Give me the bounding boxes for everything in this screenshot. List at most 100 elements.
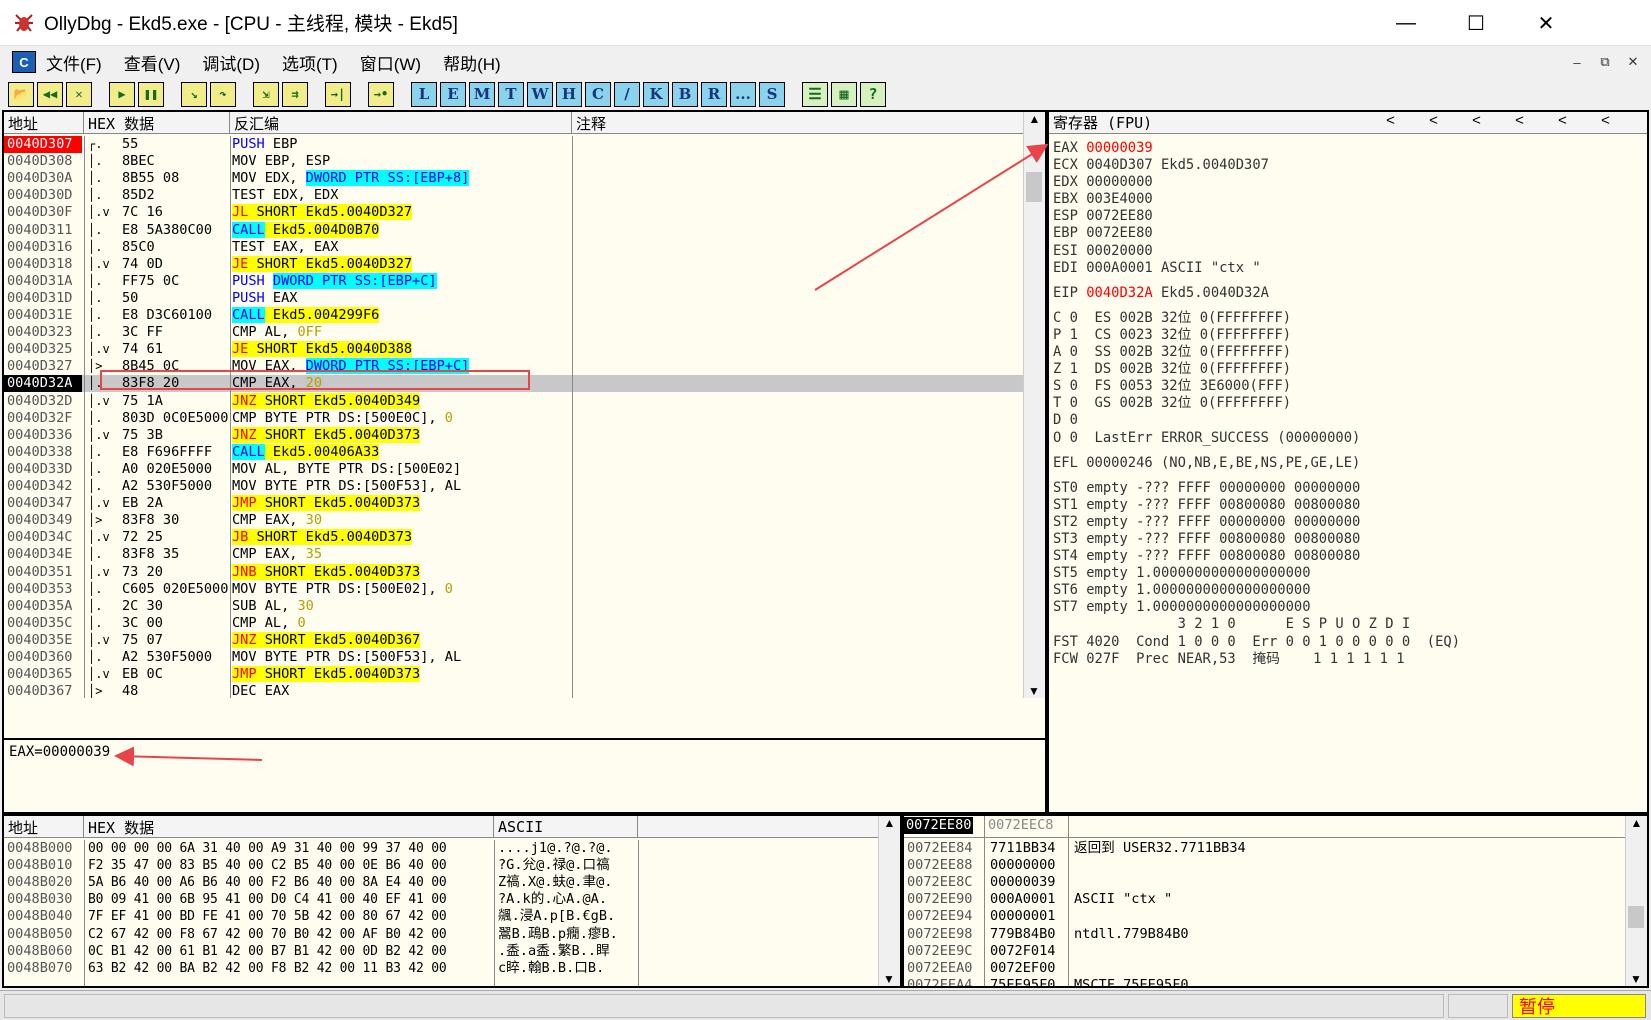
- toolbar-window-button-4[interactable]: W: [527, 81, 553, 107]
- run-button[interactable]: ▶: [109, 81, 135, 107]
- dump-rows[interactable]: 0048B000 00 00 00 00 6A 31 40 00 A9 31 40…: [4, 840, 878, 986]
- stack-row[interactable]: 0072EE9C 0072F014: [904, 943, 1625, 960]
- trace-over-button[interactable]: ⇉: [282, 81, 308, 107]
- goto-button[interactable]: →•: [368, 81, 394, 107]
- disasm-row[interactable]: 0040D316 │. 85C0 TEST EAX, EAX: [4, 239, 1023, 256]
- scroll-down-icon[interactable]: ▼: [1024, 684, 1044, 698]
- toolbar-window-button-6[interactable]: C: [585, 81, 611, 107]
- disasm-row[interactable]: 0040D33D │. A0 020E5000 MOV AL, BYTE PTR DS…: [4, 461, 1023, 478]
- disasm-column-header[interactable]: 反汇编: [230, 112, 572, 134]
- disasm-row[interactable]: 0040D30F │.v 7C 16 JL SHORT Ekd5.0040D327: [4, 204, 1023, 221]
- stack-row[interactable]: 0072EEA0 0072EF00: [904, 960, 1625, 977]
- chevron-left-icon[interactable]: <: [1412, 112, 1455, 129]
- toolbar-window-button-0[interactable]: L: [411, 81, 437, 107]
- mdi-close-button[interactable]: ✕: [1622, 52, 1644, 72]
- toolbar-window-button-5[interactable]: H: [556, 81, 582, 107]
- stack-scrollbar[interactable]: ▲ ▼: [1625, 816, 1647, 986]
- disasm-row[interactable]: 0040D34E │. 83F8 35 CMP EAX, 35: [4, 546, 1023, 563]
- stack-row[interactable]: 0072EEA4 75EE95F0 MSCTF.75EE95F0: [904, 977, 1625, 986]
- disasm-row[interactable]: 0040D336 │.v 75 3B JNZ SHORT Ekd5.0040D373: [4, 426, 1023, 444]
- trace-into-button[interactable]: ⇲: [253, 81, 279, 107]
- toolbar-window-button-3[interactable]: T: [498, 81, 524, 107]
- dump-row[interactable]: 0048B020 5A B6 40 00 A6 B6 40 00 F2 B6 40…: [4, 874, 878, 891]
- stack-top-address[interactable]: 0072EE80: [904, 817, 974, 835]
- stack-row[interactable]: 0072EE94 00000001: [904, 908, 1625, 925]
- disasm-row[interactable]: 0040D31E │. E8 D3C60100 CALL Ekd5.004299F6: [4, 307, 1023, 324]
- disasm-row[interactable]: 0040D35A │. 2C 30 SUB AL, 30: [4, 598, 1023, 615]
- disasm-row[interactable]: 0040D311 │. E8 5A380C00 CALL Ekd5.004D0B70: [4, 221, 1023, 239]
- dump-row[interactable]: 0048B000 00 00 00 00 6A 31 40 00 A9 31 40…: [4, 840, 878, 857]
- dump-ascii-header[interactable]: ASCII: [494, 816, 638, 838]
- disasm-scrollbar[interactable]: ▲ ▼: [1023, 112, 1045, 698]
- mdi-restore-button[interactable]: ⧉: [1594, 52, 1616, 72]
- disasm-row[interactable]: 0040D349 │> 83F8 30 CMP EAX, 30: [4, 512, 1023, 529]
- scroll-up-icon[interactable]: ▲: [1024, 112, 1045, 126]
- disasm-row[interactable]: 0040D351 │.v 73 20 JNB SHORT Ekd5.0040D373: [4, 563, 1023, 581]
- toolbar-window-button-1[interactable]: E: [440, 81, 466, 107]
- scroll-thumb[interactable]: [1026, 172, 1042, 202]
- menu-window[interactable]: 窗口(W): [360, 50, 421, 75]
- chevron-left-icon[interactable]: <: [1584, 112, 1627, 129]
- disasm-row[interactable]: 0040D347 │.v EB 2A JMP SHORT Ekd5.0040D373: [4, 495, 1023, 512]
- disasm-row[interactable]: 0040D30A │. 8B55 08 MOV EDX, DWORD PTR SS:[…: [4, 170, 1023, 187]
- grid-button[interactable]: ▦: [831, 81, 857, 107]
- menu-debug[interactable]: 调试(D): [202, 50, 260, 75]
- step-over-button[interactable]: ↷: [210, 81, 236, 107]
- stack-rows[interactable]: 0072EE84 7711BB34 返回到 USER32.7711BB34 0072E…: [904, 840, 1625, 986]
- restart-button[interactable]: ◀◀: [37, 81, 63, 107]
- chevron-left-icon[interactable]: <: [1369, 112, 1412, 129]
- toolbar-window-button-9[interactable]: B: [672, 81, 698, 107]
- disasm-row[interactable]: 0040D342 │. A2 530F5000 MOV BYTE PTR DS:[50…: [4, 478, 1023, 495]
- dump-row[interactable]: 0048B050 C2 67 42 00 F8 67 42 00 70 B0 42…: [4, 926, 878, 943]
- dump-row[interactable]: 0048B070 63 B2 42 00 BA B2 42 00 F8 B2 42…: [4, 960, 878, 977]
- close-program-button[interactable]: ✕: [66, 81, 92, 107]
- dump-row[interactable]: 0048B060 0C B1 42 00 61 B1 42 00 B7 B1 42…: [4, 943, 878, 960]
- stack-row[interactable]: 0072EE84 7711BB34 返回到 USER32.7711BB34: [904, 840, 1625, 857]
- minimize-button[interactable]: —: [1371, 0, 1441, 46]
- scroll-down-icon[interactable]: ▼: [1626, 972, 1646, 986]
- execute-till-return-button[interactable]: →|: [325, 81, 351, 107]
- disasm-row[interactable]: 0040D32D │.v 75 1A JNZ SHORT Ekd5.0040D349: [4, 392, 1023, 410]
- chevron-left-icon[interactable]: <: [1455, 112, 1498, 129]
- menu-view[interactable]: 查看(V): [124, 50, 181, 75]
- stack-row[interactable]: 0072EE98 779B84B0 ntdll.779B84B0: [904, 926, 1625, 943]
- registers-body[interactable]: EAX 00000039 ECX 0040D307 Ekd5.0040D307 ED…: [1053, 139, 1460, 667]
- stack-row[interactable]: 0072EE88 00000000: [904, 857, 1625, 874]
- help-button[interactable]: ?: [860, 81, 886, 107]
- scroll-down-icon[interactable]: ▼: [879, 972, 899, 986]
- disasm-row[interactable]: 0040D32F │. 803D 0C0E5000 CMP BYTE PTR DS:[…: [4, 410, 1023, 427]
- dump-addr-header[interactable]: 地址: [4, 816, 84, 838]
- chevron-left-icon[interactable]: <: [1498, 112, 1541, 129]
- comment-column-header[interactable]: 注释: [572, 112, 1023, 134]
- chevron-left-icon[interactable]: <: [1541, 112, 1584, 129]
- disasm-row[interactable]: 0040D35E │.v 75 07 JNZ SHORT Ekd5.0040D367: [4, 631, 1023, 649]
- disasm-row[interactable]: 0040D35C │. 3C 00 CMP AL, 0: [4, 615, 1023, 632]
- disasm-row[interactable]: 0040D367 │> 48 DEC EAX: [4, 683, 1023, 698]
- toolbar-window-button-12[interactable]: S: [759, 81, 785, 107]
- cpu-window-icon[interactable]: C: [12, 51, 36, 73]
- menu-help[interactable]: 帮助(H): [443, 50, 501, 75]
- dump-scrollbar[interactable]: ▲ ▼: [878, 816, 900, 986]
- disasm-row[interactable]: 0040D31A │. FF75 0C PUSH DWORD PTR SS:[EBP+…: [4, 272, 1023, 290]
- disasm-row[interactable]: 0040D308 │. 8BEC MOV EBP, ESP: [4, 153, 1023, 170]
- dump-row[interactable]: 0048B040 7F EF 41 00 BD FE 41 00 70 5B 42…: [4, 908, 878, 925]
- maximize-button[interactable]: ☐: [1441, 0, 1511, 46]
- stack-row[interactable]: 0072EE90 000A0001 ASCII "ctx ": [904, 891, 1625, 908]
- scroll-up-icon[interactable]: ▲: [1626, 816, 1647, 830]
- disasm-row[interactable]: 0040D360 │. A2 530F5000 MOV BYTE PTR DS:[50…: [4, 649, 1023, 666]
- disasm-row[interactable]: 0040D338 │. E8 F696FFFF CALL Ekd5.00406A33: [4, 443, 1023, 461]
- disasm-rows[interactable]: 0040D307 ┌. 55 PUSH EBP 0040D308 │. 8BEC MOV EB…: [4, 136, 1023, 698]
- stack-row[interactable]: 0072EE8C 00000039: [904, 874, 1625, 891]
- close-button[interactable]: ✕: [1511, 0, 1581, 46]
- disasm-row[interactable]: 0040D307 ┌. 55 PUSH EBP: [4, 136, 1023, 154]
- addr-column-header[interactable]: 地址: [4, 112, 84, 134]
- toolbar-window-button-2[interactable]: M: [469, 81, 495, 107]
- toolbar-window-button-10[interactable]: R: [701, 81, 727, 107]
- step-into-button[interactable]: ↘: [181, 81, 207, 107]
- disasm-row[interactable]: 0040D323 │. 3C FF CMP AL, 0FF: [4, 324, 1023, 341]
- list-button[interactable]: ☰: [802, 81, 828, 107]
- dump-row[interactable]: 0048B010 F2 35 47 00 83 B5 40 00 C2 B5 40…: [4, 857, 878, 874]
- mdi-minimize-button[interactable]: –: [1566, 52, 1588, 72]
- hex-column-header[interactable]: HEX 数据: [84, 112, 230, 134]
- menu-file[interactable]: 文件(F): [46, 50, 102, 75]
